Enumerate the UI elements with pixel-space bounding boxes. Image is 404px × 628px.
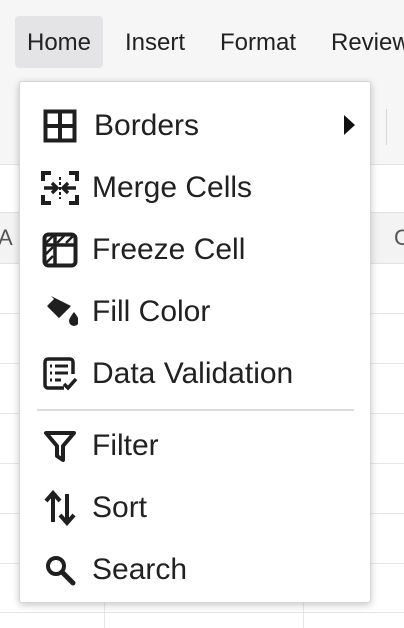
- toolbar-separator: [386, 109, 387, 145]
- submenu-arrow-icon: [344, 115, 355, 135]
- menu-item-search[interactable]: Search: [20, 542, 370, 598]
- menu-item-label: Merge Cells: [92, 171, 253, 204]
- menu-item-label: Borders: [94, 109, 200, 142]
- menu-tab-insert[interactable]: Insert: [125, 16, 185, 68]
- fill-color-icon: [40, 294, 80, 330]
- menu-item-label: Search: [92, 553, 188, 586]
- menu-item-label: Sort: [92, 491, 148, 524]
- data-validation-icon: [40, 356, 80, 392]
- menu-item-fill-color[interactable]: Fill Color: [20, 284, 370, 340]
- menu-item-freeze-cell[interactable]: Freeze Cell: [20, 222, 370, 278]
- borders-icon: [40, 108, 80, 144]
- menu-item-borders[interactable]: Borders: [20, 98, 370, 154]
- home-dropdown-menu: Borders Merge Cells Freeze Cell Fill Col…: [19, 81, 371, 603]
- menu-item-label: Data Validation: [92, 357, 294, 390]
- menu-tab-format[interactable]: Format: [220, 16, 296, 68]
- search-icon: [40, 552, 80, 588]
- menu-tab-review[interactable]: Review: [331, 16, 404, 68]
- sort-icon: [40, 490, 80, 526]
- filter-icon: [40, 428, 80, 464]
- menu-item-label: Freeze Cell: [92, 233, 246, 266]
- menu-tab-home[interactable]: Home: [15, 16, 104, 68]
- menu-item-sort[interactable]: Sort: [20, 480, 370, 536]
- column-header-a[interactable]: A: [0, 225, 13, 251]
- menu-item-merge-cells[interactable]: Merge Cells: [20, 160, 370, 216]
- menu-item-data-validation[interactable]: Data Validation: [20, 346, 370, 402]
- menu-item-label: Fill Color: [92, 295, 211, 328]
- merge-cells-icon: [40, 170, 80, 206]
- column-header-c[interactable]: C: [394, 225, 404, 251]
- row-divider: [0, 612, 404, 613]
- menu-item-label: Filter: [92, 429, 159, 462]
- freeze-cell-icon: [40, 232, 80, 268]
- menu-divider: [37, 409, 354, 411]
- menu-item-filter[interactable]: Filter: [20, 418, 370, 474]
